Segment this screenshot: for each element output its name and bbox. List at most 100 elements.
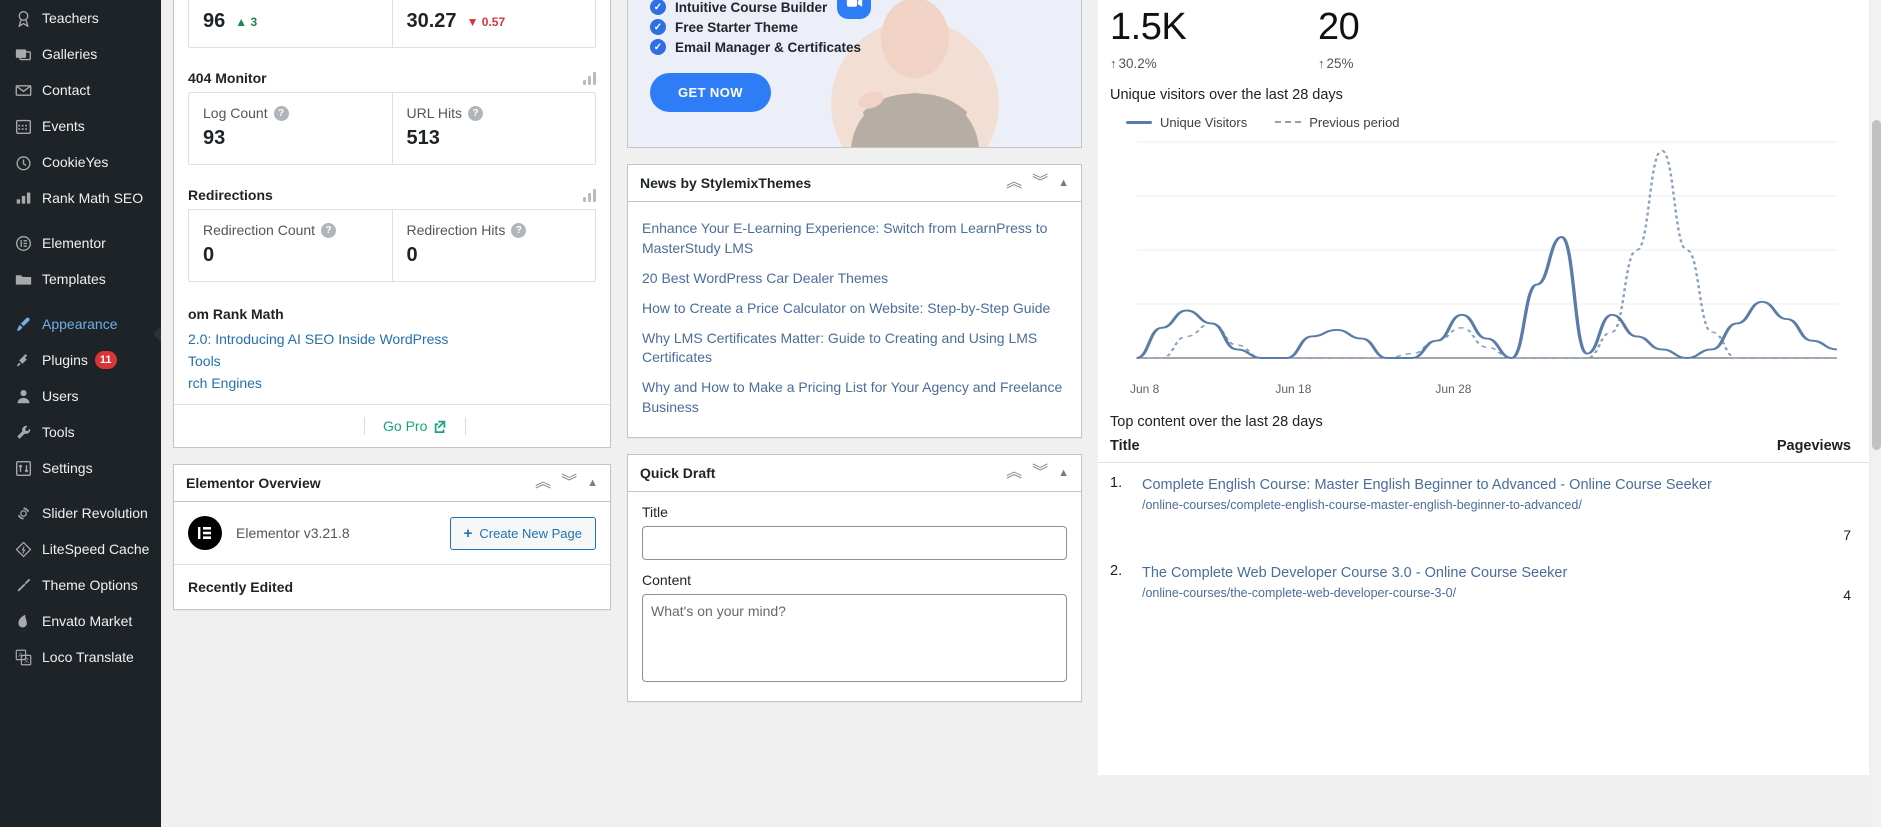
plus-icon: + (463, 524, 473, 542)
sidebar-item-litespeed-cache[interactable]: LiteSpeed Cache (0, 531, 161, 567)
stat-value: 0 (406, 244, 418, 266)
rank-math-news-links: 2.0: Introducing AI SEO Inside WordPress… (174, 324, 610, 404)
news-link[interactable]: 20 Best WordPress Car Dealer Themes (642, 264, 1067, 294)
settings-icon (12, 458, 34, 478)
row-title-link[interactable]: Complete English Course: Master English … (1142, 475, 1801, 496)
404-monitor-stats: Log Count ? 93 URL Hits ? 513 (188, 92, 596, 165)
stat-cell: Redirection Hits ? 0 (391, 210, 596, 281)
stat-label: Redirection Count ? (203, 222, 378, 238)
triangle-up-icon[interactable]: ▲ (1058, 177, 1069, 189)
sidebar-item-contact[interactable]: Contact (0, 72, 161, 108)
chevron-up-icon[interactable]: ︽ (1006, 465, 1022, 481)
stat-value: 30.27 ▼ 0.57 (407, 10, 582, 33)
award-icon (12, 8, 34, 28)
legend-swatch-dashed (1275, 121, 1302, 124)
promo-feature-label: Intuitive Course Builder (675, 0, 828, 15)
sidebar-separator (0, 297, 161, 306)
sessions-change: ↑ 25% (1318, 56, 1526, 71)
promo-feature: ✓ Free Starter Theme (650, 17, 1081, 37)
stat-label (407, 0, 582, 4)
sidebar-item-settings[interactable]: Settings (0, 450, 161, 486)
top-content-table-header: Title Pageviews (1098, 430, 1869, 463)
stat-cell: 30.27 ▼ 0.57 (391, 0, 596, 47)
chevron-up-icon[interactable]: ︽ (1006, 175, 1022, 191)
sidebar-item-theme-options[interactable]: Theme Options (0, 567, 161, 603)
news-link[interactable]: Why and How to Make a Pricing List for Y… (642, 373, 1067, 423)
refresh-icon (12, 503, 34, 523)
sidebar-item-tools[interactable]: Tools (0, 414, 161, 450)
row-url[interactable]: /online-courses/the-complete-web-develop… (1142, 585, 1801, 603)
panel-title: Elementor Overview (186, 475, 321, 491)
sidebar-item-events[interactable]: Events (0, 108, 161, 144)
sidebar-item-plugins[interactable]: Plugins 11 (0, 342, 161, 378)
sidebar-item-label: Elementor (42, 235, 106, 251)
chevron-down-icon[interactable]: ︾ (1032, 175, 1048, 191)
sidebar-item-badge: 11 (94, 351, 117, 369)
panel-header: Quick Draft ︽ ︾ ▲ (628, 455, 1081, 492)
sidebar-item-label: Templates (42, 271, 106, 287)
404-monitor-title: 404 Monitor (188, 70, 267, 86)
external-link-icon (435, 420, 446, 433)
rank-math-news-link[interactable]: Tools (188, 350, 596, 372)
chart-series-unique-visitors (1135, 235, 1838, 359)
sidebar-item-elementor[interactable]: Elementor (0, 225, 161, 261)
scrollbar-thumb[interactable] (1872, 120, 1881, 450)
row-content: Complete English Course: Master English … (1142, 475, 1801, 543)
stat-delta-down: ▼ 0.57 (466, 14, 506, 29)
stat-label (203, 0, 378, 4)
chevron-up-icon[interactable]: ︽ (535, 475, 551, 491)
row-title-link[interactable]: The Complete Web Developer Course 3.0 - … (1142, 563, 1801, 584)
row-content: The Complete Web Developer Course 3.0 - … (1142, 563, 1801, 603)
row-rank: 2. (1110, 562, 1123, 579)
panel-header: Elementor Overview ︽ ︾ ▲ (174, 465, 610, 502)
help-icon[interactable]: ? (273, 105, 289, 121)
news-link[interactable]: How to Create a Price Calculator on Webs… (642, 294, 1067, 324)
masterstudy-promo-banner[interactable]: ✓ Intuitive Course Builder ✓ Free Starte… (627, 0, 1082, 148)
images-icon (12, 44, 34, 64)
sidebar-item-templates[interactable]: Templates (0, 261, 161, 297)
stat-value: 0 (203, 244, 215, 266)
quick-draft-title-input[interactable] (642, 526, 1067, 560)
sidebar-item-cookieyes[interactable]: CookieYes (0, 144, 161, 180)
row-url[interactable]: /online-courses/complete-english-course-… (1142, 497, 1801, 515)
chevron-down-icon[interactable]: ︾ (561, 475, 577, 491)
rank-math-news-link[interactable]: rch Engines (188, 372, 596, 394)
user-icon (12, 386, 34, 406)
create-new-page-button[interactable]: + Create New Page (449, 516, 596, 550)
help-icon[interactable]: ? (511, 222, 527, 238)
legend-swatch-solid (1126, 120, 1152, 124)
svg-text:文: 文 (23, 656, 29, 664)
chevron-down-icon[interactable]: ︾ (1032, 465, 1048, 481)
news-link[interactable]: Why LMS Certificates Matter: Guide to Cr… (642, 324, 1067, 374)
sessions-value: 20 (1318, 6, 1360, 48)
stat-cell: 96 ▲ 3 (189, 0, 392, 47)
triangle-up-icon[interactable]: ▲ (1058, 467, 1069, 479)
column-header-pageviews: Pageviews (1776, 437, 1851, 454)
sidebar-item-users[interactable]: Users (0, 378, 161, 414)
news-link[interactable]: Enhance Your E-Learning Experience: Swit… (642, 214, 1067, 264)
stat-cell: URL Hits ? 513 (391, 93, 596, 164)
quick-draft-content-label: Content (642, 572, 692, 588)
triangle-up-icon[interactable]: ▲ (587, 477, 598, 489)
help-icon[interactable]: ? (468, 105, 483, 121)
panel-controls: ︽ ︾ ▲ (535, 475, 598, 491)
analytics-panel: 1.5K ↑ 30.2% 20 ↑ 25% Unique visitors ov… (1098, 0, 1869, 775)
go-pro-link[interactable]: Go Pro (383, 418, 447, 434)
rank-math-news-link[interactable]: 2.0: Introducing AI SEO Inside WordPress (188, 328, 596, 350)
sidebar-item-rank-math-seo[interactable]: Rank Math SEO (0, 180, 161, 216)
sidebar-item-label: Slider Revolution (42, 505, 148, 521)
sidebar-item-envato-market[interactable]: Envato Market (0, 603, 161, 639)
sidebar-item-teachers[interactable]: Teachers (0, 0, 161, 36)
sidebar-item-appearance[interactable]: Appearance (0, 306, 161, 342)
sidebar-item-loco-translate[interactable]: A 文 Loco Translate (0, 639, 161, 675)
rank-math-news-heading: om Rank Math (188, 306, 284, 322)
sidebar-item-galleries[interactable]: Galleries (0, 36, 161, 72)
help-icon[interactable]: ? (321, 222, 337, 238)
rank-math-footer: Go Pro (174, 404, 610, 447)
legend-label: Unique Visitors (1160, 114, 1248, 130)
stat-value: 93 (203, 127, 226, 149)
quick-draft-content-textarea[interactable] (642, 594, 1067, 682)
sidebar-item-slider-revolution[interactable]: Slider Revolution (0, 495, 161, 531)
get-now-button[interactable]: GET NOW (650, 73, 771, 112)
page-scrollbar[interactable] (1872, 0, 1881, 827)
